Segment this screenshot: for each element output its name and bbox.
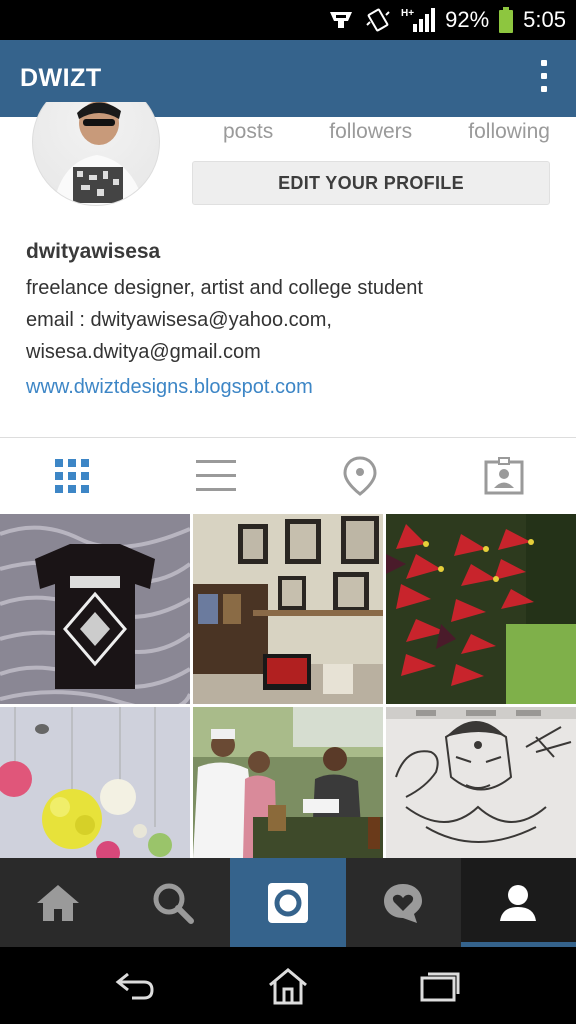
shiva-drawing-photo xyxy=(386,707,576,858)
battery-percent: 92% xyxy=(445,7,490,32)
home-system-icon[interactable] xyxy=(266,967,310,1005)
notification-icon xyxy=(330,12,353,28)
photo-tile[interactable] xyxy=(193,707,383,858)
overflow-menu-icon[interactable] xyxy=(538,60,550,98)
photo-grid xyxy=(0,514,576,865)
back-icon[interactable] xyxy=(114,968,158,1004)
nav-activity[interactable] xyxy=(346,858,461,947)
search-icon xyxy=(153,883,194,924)
nav-search[interactable] xyxy=(115,858,230,947)
nav-profile[interactable] xyxy=(460,858,576,947)
grid-view-icon xyxy=(55,459,89,493)
view-tabs xyxy=(0,438,576,514)
recents-icon[interactable] xyxy=(418,968,462,1004)
bottom-nav xyxy=(0,858,576,947)
camera-icon xyxy=(267,882,308,923)
activity-icon xyxy=(384,883,423,923)
map-pin-icon xyxy=(343,456,377,496)
bio-line: freelance designer, artist and college s… xyxy=(26,277,423,299)
username: dwityawisesa xyxy=(26,240,161,263)
svg-text:H+: H+ xyxy=(401,8,414,19)
people-at-table-photo xyxy=(193,707,383,858)
app-title: DWIZT xyxy=(20,64,102,92)
vibrate-icon xyxy=(366,8,390,32)
tagged-photos-icon xyxy=(484,457,524,495)
clock: 5:05 xyxy=(523,7,566,32)
signal-icon: H+ xyxy=(401,8,436,32)
profile-stats: posts followers following xyxy=(192,120,550,144)
website-link[interactable]: www.dwiztdesigns.blogspot.com xyxy=(26,371,566,403)
following-label[interactable]: following xyxy=(468,120,550,144)
posts-label[interactable]: posts xyxy=(223,120,273,144)
bio-section: dwityawisesa freelance designer, artist … xyxy=(26,240,566,403)
photo-tile[interactable] xyxy=(193,514,383,704)
photo-tile[interactable] xyxy=(0,514,190,704)
list-view-icon xyxy=(196,460,236,491)
status-bar: H+ 92% 5:05 xyxy=(0,0,576,40)
photo-tile[interactable] xyxy=(386,514,576,704)
avatar[interactable] xyxy=(32,102,160,206)
nav-camera[interactable] xyxy=(230,858,346,947)
battery-icon xyxy=(499,7,514,33)
bio-line: wisesa.dwitya@gmail.com xyxy=(26,341,261,363)
profile-icon xyxy=(500,884,537,921)
photo-tile[interactable] xyxy=(386,707,576,858)
bio-line: email : dwityawisesa@yahoo.com, xyxy=(26,309,332,331)
nav-home[interactable] xyxy=(0,858,115,947)
edit-profile-button[interactable]: EDIT YOUR PROFILE xyxy=(192,161,550,205)
followers-label[interactable]: followers xyxy=(329,120,412,144)
t-shirt-photo xyxy=(0,514,190,704)
tab-list[interactable] xyxy=(144,438,288,514)
flower-balls-photo xyxy=(0,707,190,865)
home-icon xyxy=(36,884,79,921)
red-flowers-photo xyxy=(386,514,576,704)
tab-grid[interactable] xyxy=(0,438,144,514)
studio-room-photo xyxy=(193,514,383,704)
tab-map[interactable] xyxy=(288,438,432,514)
system-nav xyxy=(0,947,576,1024)
tab-tagged[interactable] xyxy=(432,438,576,514)
